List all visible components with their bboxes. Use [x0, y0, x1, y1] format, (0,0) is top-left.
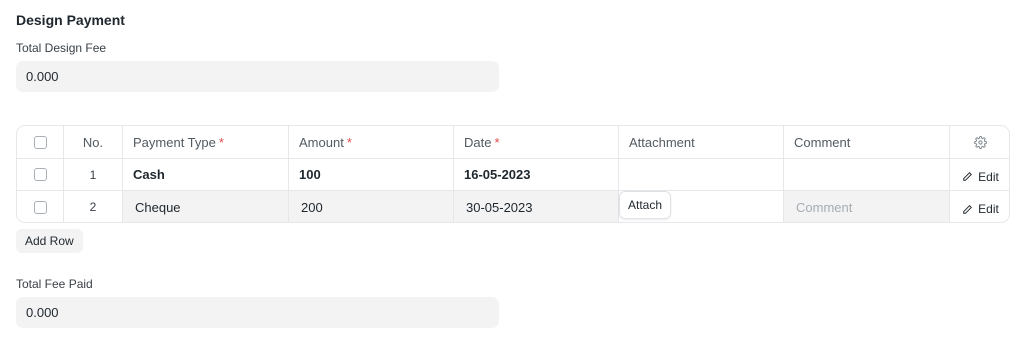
amount-input[interactable]: 200	[289, 191, 454, 222]
row-select[interactable]	[17, 191, 64, 222]
row-select[interactable]	[17, 159, 64, 190]
table-row[interactable]: 1 Cash 100 16-05-2023 Edit	[17, 159, 1009, 191]
header-amount: Amount *	[289, 126, 454, 158]
attachment-cell: Attach	[619, 190, 784, 222]
edit-label: Edit	[978, 169, 999, 184]
comment-input[interactable]: Comment	[784, 191, 950, 222]
amount-value: 200	[301, 199, 323, 215]
add-row-button[interactable]: Add Row	[16, 229, 83, 253]
column-settings[interactable]	[950, 126, 1009, 158]
row-checkbox[interactable]	[33, 200, 47, 214]
edit-row-button[interactable]: Edit	[950, 159, 1009, 190]
required-marker: *	[346, 134, 352, 150]
row-checkbox[interactable]	[33, 168, 47, 181]
total-design-fee-label: Total Design Fee	[16, 41, 107, 55]
payment-type-input[interactable]: Cheque	[123, 191, 289, 222]
section-title: Design Payment	[16, 12, 125, 28]
comment-placeholder: Comment	[796, 199, 853, 215]
header-payment-type: Payment Type *	[123, 126, 289, 158]
date-cell[interactable]: 16-05-2023	[454, 159, 619, 190]
payment-type-value: Cheque	[135, 199, 181, 215]
table-row[interactable]: 2 Cheque 200 30-05-2023 Attach Comment E…	[17, 190, 1009, 222]
payments-grid: No. Payment Type * Amount * Date * Attachme…	[16, 125, 1010, 223]
date-input[interactable]: 30-05-2023	[454, 191, 619, 222]
header-comment: Comment	[784, 126, 950, 158]
row-number: 1	[64, 159, 123, 190]
required-marker: *	[494, 134, 500, 150]
header-amount-label: Amount	[299, 134, 344, 150]
total-fee-paid-field[interactable]: 0.000	[16, 297, 499, 328]
edit-label: Edit	[978, 202, 999, 216]
gear-icon[interactable]	[974, 135, 987, 149]
select-all-checkbox[interactable]	[33, 135, 47, 149]
payment-type-cell[interactable]: Cash	[123, 159, 289, 190]
header-attachment: Attachment	[619, 126, 784, 158]
amount-cell[interactable]: 100	[289, 159, 454, 190]
edit-row-button[interactable]: Edit	[950, 191, 1009, 222]
comment-cell[interactable]	[784, 159, 950, 190]
date-value: 30-05-2023	[466, 199, 533, 215]
grid-header-row: No. Payment Type * Amount * Date * Attachme…	[17, 126, 1009, 159]
row-number: 2	[64, 191, 123, 222]
header-select-all[interactable]	[17, 126, 64, 158]
total-design-fee-field[interactable]: 0.000	[16, 61, 499, 92]
header-date: Date *	[454, 126, 619, 158]
attachment-cell[interactable]	[619, 159, 784, 190]
header-date-label: Date	[464, 134, 492, 150]
attach-button[interactable]: Attach	[619, 190, 672, 219]
total-fee-paid-label: Total Fee Paid	[16, 277, 93, 291]
header-no: No.	[64, 126, 123, 158]
pencil-icon	[963, 172, 973, 181]
pencil-icon	[963, 204, 973, 214]
required-marker: *	[218, 134, 224, 150]
header-payment-type-label: Payment Type	[133, 134, 216, 150]
